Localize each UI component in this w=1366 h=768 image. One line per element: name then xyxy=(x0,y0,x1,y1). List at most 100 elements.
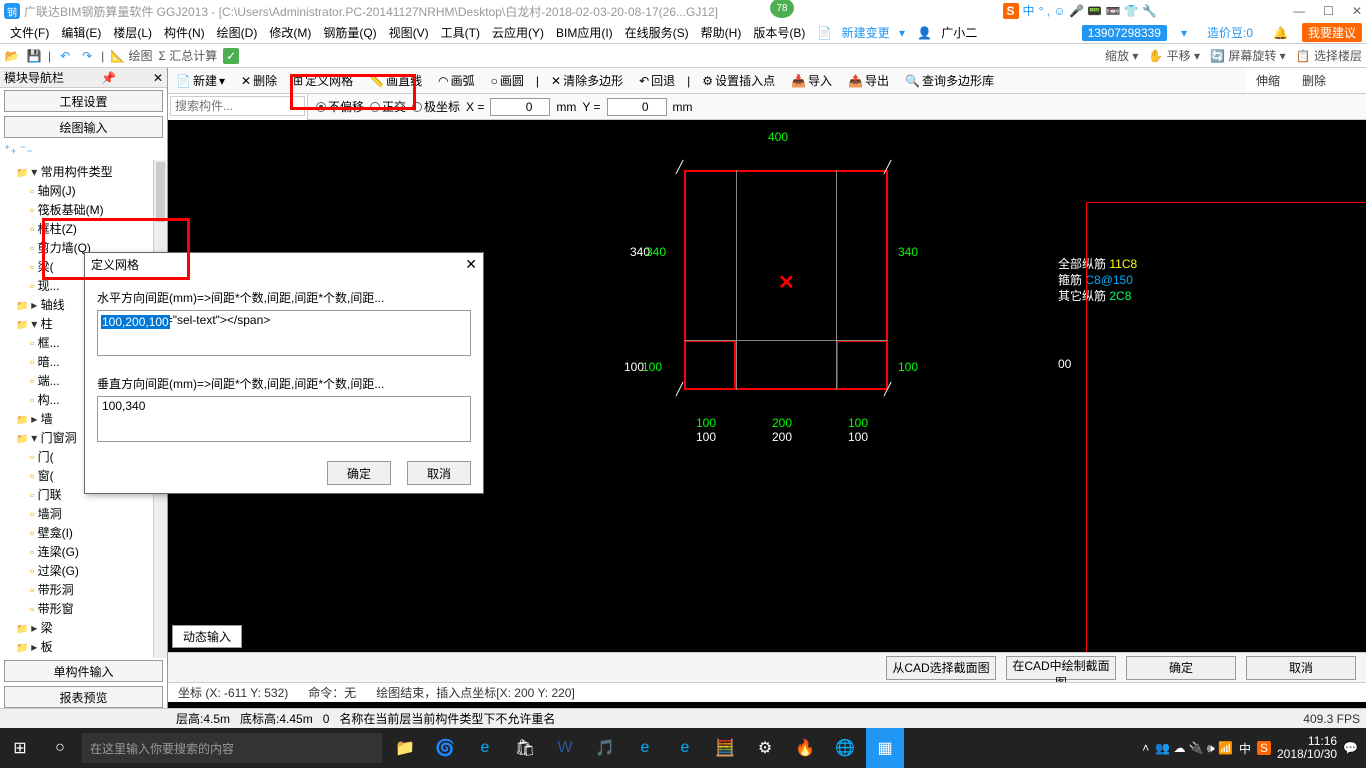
notification-icon[interactable]: 💬 xyxy=(1343,741,1358,755)
undo-poly-btn[interactable]: ↶ 回退 xyxy=(635,70,679,91)
clear-poly-btn[interactable]: ✕ 清除多边形 xyxy=(547,70,627,91)
project-settings-btn[interactable]: 工程设置 xyxy=(4,90,163,112)
floor-select-btn[interactable]: 📋 选择楼层 xyxy=(1296,47,1362,64)
start-button[interactable]: ⊞ xyxy=(0,728,40,768)
quick-toolbar: 📂 💾| ↶ ↷| 📐 绘图 Σ 汇总计算 ✓ 缩放 ▾ ✋ 平移 ▾ 🔄 屏幕… xyxy=(0,44,1366,68)
y-input[interactable] xyxy=(607,98,667,116)
task-edge-icon[interactable]: e xyxy=(466,728,504,768)
undo-icon[interactable]: ↶ xyxy=(57,48,73,64)
draw-input-btn[interactable]: 绘图输入 xyxy=(4,116,163,138)
coord-toolbar: 不偏移 正交 极坐标 X = mm Y = mm xyxy=(168,94,1366,120)
zoom-btn[interactable]: 缩放 ▾ xyxy=(1105,47,1138,64)
no-offset-radio[interactable]: 不偏移 xyxy=(316,98,364,115)
menu-file[interactable]: 文件(F) xyxy=(4,24,55,41)
canvas-status: 坐标 (X: -611 Y: 532) 命令：无 绘图结束，插入点坐标[X: 2… xyxy=(168,682,1366,702)
task-app-icon[interactable]: ▦ xyxy=(866,728,904,768)
delete-rp-btn[interactable]: 删除 xyxy=(1294,70,1334,91)
dialog-close-icon[interactable]: ✕ xyxy=(465,256,477,273)
draw-arc-btn[interactable]: ◠ 画弧 xyxy=(434,70,479,91)
export-btn[interactable]: 📤 导出 xyxy=(844,70,893,91)
draw-mode[interactable]: 📐 绘图 xyxy=(110,47,152,64)
menu-draw[interactable]: 绘图(D) xyxy=(211,24,264,41)
ime-widget[interactable]: S 中 ° , ☺ 🎤 📟 📼 👕 🔧 xyxy=(999,0,1161,21)
menu-help[interactable]: 帮助(H) xyxy=(695,24,748,41)
task-music-icon[interactable]: 🎵 xyxy=(586,728,624,768)
drawing-toolbar: 📄 新建 ▾ ✕ 删除 ⊞ 定义网格 📏 画直线 ◠ 画弧 ○ 画圆| ✕ 清除… xyxy=(168,68,1366,94)
report-preview-btn[interactable]: 报表预览 xyxy=(4,686,163,708)
check-icon[interactable]: ✓ xyxy=(223,48,239,64)
menu-modify[interactable]: 修改(M) xyxy=(263,24,317,41)
sum-button[interactable]: Σ 汇总计算 xyxy=(159,47,218,64)
cad-select-btn[interactable]: 从CAD选择截面图 xyxy=(886,656,996,680)
v-spacing-input[interactable]: 100,340 xyxy=(97,396,471,442)
save-icon[interactable]: 💾 xyxy=(26,48,42,64)
draw-line-btn[interactable]: 📏 画直线 xyxy=(365,70,426,91)
polar-radio[interactable]: 极坐标 xyxy=(412,98,460,115)
menu-cloud[interactable]: 云应用(Y) xyxy=(486,24,550,41)
task-ie2-icon[interactable]: e xyxy=(666,728,704,768)
task-word-icon[interactable]: W xyxy=(546,728,584,768)
minimize-button[interactable]: — xyxy=(1293,4,1305,18)
tree-icons[interactable]: ⁺₊ ⁻₋ xyxy=(0,140,167,160)
x-input[interactable] xyxy=(490,98,550,116)
new-change-btn[interactable]: 新建变更 xyxy=(836,26,896,40)
close-panel-icon[interactable]: ✕ xyxy=(153,71,163,85)
pin-icon[interactable]: 📌 xyxy=(101,71,116,85)
suggest-button[interactable]: 我要建议 xyxy=(1302,23,1362,42)
taskbar-search[interactable]: 在这里输入你要搜索的内容 xyxy=(82,733,382,763)
bean-label: 造价豆:0 xyxy=(1201,24,1259,41)
menu-tools[interactable]: 工具(T) xyxy=(435,24,486,41)
cad-draw-btn[interactable]: 在CAD中绘制截面图 xyxy=(1006,656,1116,680)
menu-bim[interactable]: BIM应用(I) xyxy=(550,24,619,41)
windows-taskbar: ⊞ ○ 在这里输入你要搜索的内容 📁 🌀 e 🛍 W 🎵 e e 🧮 ⚙ 🔥 🌐… xyxy=(0,728,1366,768)
open-icon[interactable]: 📂 xyxy=(4,48,20,64)
tray-up-icon[interactable]: ˄ xyxy=(1142,741,1149,755)
draw-circle-btn[interactable]: ○ 画圆 xyxy=(487,70,528,91)
phone-badge[interactable]: 13907298339 xyxy=(1082,25,1167,41)
menu-online[interactable]: 在线服务(S) xyxy=(619,24,695,41)
search-component-input[interactable] xyxy=(170,96,305,116)
cortana-icon[interactable]: ○ xyxy=(40,728,80,768)
dialog-cancel-btn[interactable]: 取消 xyxy=(407,461,471,485)
tree-column[interactable]: 框柱(Z) xyxy=(2,219,165,238)
menu-version[interactable]: 版本号(B) xyxy=(747,24,811,41)
define-grid-btn[interactable]: ⊞ 定义网格 xyxy=(289,70,357,91)
task-spiral-icon[interactable]: 🌀 xyxy=(426,728,464,768)
ortho-radio[interactable]: 正交 xyxy=(370,98,406,115)
taskbar-clock[interactable]: 11:162018/10/30 xyxy=(1277,735,1337,761)
menu-view[interactable]: 视图(V) xyxy=(383,24,435,41)
query-btn[interactable]: 🔍 查询多边形库 xyxy=(901,70,998,91)
maximize-button[interactable]: ☐ xyxy=(1323,4,1334,18)
close-button[interactable]: ✕ xyxy=(1352,4,1362,18)
dynamic-input-btn[interactable]: 动态输入 xyxy=(172,625,242,648)
task-globe-icon[interactable]: 🌐 xyxy=(826,728,864,768)
menu-rebar[interactable]: 钢筋量(Q) xyxy=(317,24,382,41)
insert-point-btn[interactable]: ⚙ 设置插入点 xyxy=(698,70,779,91)
redo-icon[interactable]: ↷ xyxy=(79,48,95,64)
title-bar: 钢 广联达BIM钢筋算量软件 GGJ2013 - [C:\Users\Admin… xyxy=(0,0,1366,22)
new-btn[interactable]: 📄 新建 ▾ xyxy=(172,70,229,91)
task-ie-icon[interactable]: e xyxy=(626,728,664,768)
task-folder-icon[interactable]: 📁 xyxy=(386,728,424,768)
dialog-ok-btn[interactable]: 确定 xyxy=(327,461,391,485)
task-store-icon[interactable]: 🛍 xyxy=(506,728,544,768)
stretch-btn[interactable]: 伸缩 xyxy=(1248,70,1288,91)
rotate-btn[interactable]: 🔄 屏幕旋转 ▾ xyxy=(1210,47,1286,64)
menu-floor[interactable]: 楼层(L) xyxy=(107,24,158,41)
system-tray[interactable]: ˄ 👥 ☁ 🔌 🕪 📶 中 S 11:162018/10/30 💬 xyxy=(1134,735,1366,761)
preview-frame xyxy=(1086,202,1366,682)
menu-component[interactable]: 构件(N) xyxy=(158,24,211,41)
menu-edit[interactable]: 编辑(E) xyxy=(55,24,107,41)
task-gear-icon[interactable]: ⚙ xyxy=(746,728,784,768)
task-calc-icon[interactable]: 🧮 xyxy=(706,728,744,768)
single-input-btn[interactable]: 单构件输入 xyxy=(4,660,163,682)
task-burn-icon[interactable]: 🔥 xyxy=(786,728,824,768)
tree-raft[interactable]: 筏板基础(M) xyxy=(2,200,165,219)
section-ok-btn[interactable]: 确定 xyxy=(1126,656,1236,680)
delete-btn[interactable]: ✕ 删除 xyxy=(237,70,281,91)
tree-common[interactable]: ▾ 常用构件类型 xyxy=(2,162,165,181)
tree-axis[interactable]: 轴网(J) xyxy=(2,181,165,200)
import-btn[interactable]: 📥 导入 xyxy=(787,70,836,91)
pan-btn[interactable]: ✋ 平移 ▾ xyxy=(1148,47,1200,64)
section-cancel-btn[interactable]: 取消 xyxy=(1246,656,1356,680)
